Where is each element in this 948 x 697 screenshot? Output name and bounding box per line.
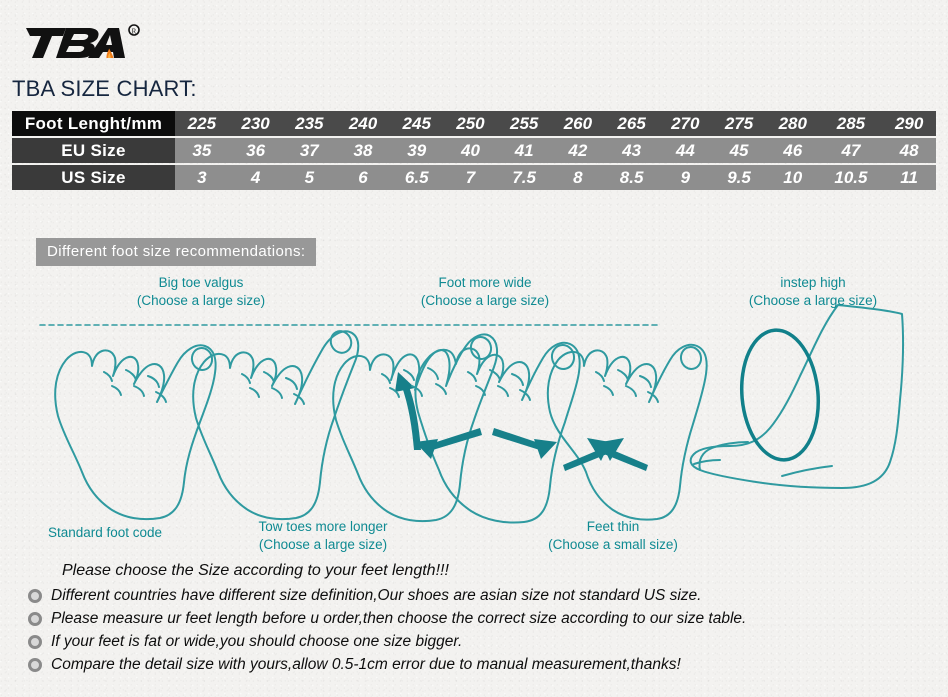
note-text-2: Please measure ur feet length before u o… (51, 610, 747, 627)
cell-us-12: 10.5 (819, 165, 883, 190)
caption-two-toes-longer-line2: (Choose a large size) (258, 537, 388, 552)
cell-eu-5: 40 (443, 138, 498, 163)
note-text-4: Compare the detail size with yours,allow… (51, 656, 681, 673)
cell-eu-8: 43 (604, 138, 659, 163)
cell-us-0: 3 (175, 165, 229, 190)
caption-instep-high-line1: instep high (780, 275, 846, 290)
cell-eu-3: 38 (336, 138, 390, 163)
caption-standard-foot-code: Standard foot code (10, 524, 200, 542)
caption-big-toe-valgus: Big toe valgus (Choose a large size) (96, 274, 306, 310)
caption-standard-foot-code-line1: Standard foot code (47, 525, 163, 540)
cell-foot-length-1: 230 (228, 111, 283, 136)
cell-us-13: 11 (882, 165, 936, 190)
cell-foot-length-8: 265 (604, 111, 659, 136)
caption-big-toe-valgus-line2: (Choose a large size) (136, 293, 266, 308)
note-item-1: Different countries have different size … (28, 585, 940, 607)
row-label-foot-length: Foot Lenght/mm (12, 111, 175, 136)
notes-section: Please choose the Size according to your… (28, 562, 940, 677)
cell-eu-11: 46 (765, 138, 820, 163)
page-title: TBA SIZE CHART: (12, 76, 197, 101)
caption-instep-high-line2: (Choose a large size) (748, 293, 878, 308)
cell-foot-length-5: 250 (443, 111, 498, 136)
cell-us-1: 4 (228, 165, 283, 190)
caption-two-toes-longer: Tow toes more longer (Choose a large siz… (218, 518, 428, 554)
cell-foot-length-3: 240 (336, 111, 390, 136)
svg-text:R: R (132, 27, 137, 35)
table-row-us-size: US Size 3 4 5 6 6.5 7 7.5 8 8.5 9 9.5 10… (12, 165, 936, 190)
cell-us-3: 6 (336, 165, 390, 190)
cell-eu-9: 44 (658, 138, 713, 163)
tba-logo: R (22, 18, 152, 64)
caption-foot-more-wide-line2: (Choose a large size) (420, 293, 550, 308)
caption-feet-thin: Feet thin (Choose a small size) (508, 518, 718, 554)
cell-foot-length-6: 255 (497, 111, 552, 136)
note-item-3: If your feet is fat or wide,you should c… (28, 631, 940, 653)
caption-feet-thin-line2: (Choose a small size) (548, 537, 678, 552)
wide-arrows-icon (415, 428, 557, 459)
cell-eu-13: 48 (882, 138, 936, 163)
cell-eu-4: 39 (389, 138, 444, 163)
cell-us-6: 7.5 (497, 165, 552, 190)
cell-foot-length-0: 225 (175, 111, 229, 136)
size-table: Foot Lenght/mm 225 230 235 240 245 250 2… (12, 109, 936, 192)
caption-big-toe-valgus-line1: Big toe valgus (158, 275, 244, 290)
cell-foot-length-7: 260 (551, 111, 605, 136)
cell-us-2: 5 (282, 165, 337, 190)
cell-eu-12: 47 (819, 138, 883, 163)
cell-us-4: 6.5 (389, 165, 444, 190)
row-label-eu-size: EU Size (12, 138, 175, 163)
foot-valgus-icon (192, 330, 360, 521)
foot-instep-icon (689, 304, 905, 489)
cell-foot-length-2: 235 (282, 111, 337, 136)
bullet-icon (28, 635, 42, 649)
foot-standard-icon (54, 344, 217, 521)
table-row-eu-size: EU Size 35 36 37 38 39 40 41 42 43 44 45… (12, 138, 936, 163)
note-item-2: Please measure ur feet length before u o… (28, 608, 940, 630)
cell-us-11: 10 (765, 165, 820, 190)
notes-heading: Please choose the Size according to your… (62, 562, 449, 579)
note-text-3: If your feet is fat or wide,you should c… (51, 633, 463, 650)
cell-eu-7: 42 (551, 138, 605, 163)
bullet-icon (28, 658, 42, 672)
cell-foot-length-10: 275 (712, 111, 766, 136)
caption-foot-more-wide-line1: Foot more wide (438, 275, 532, 290)
cell-us-9: 9 (658, 165, 713, 190)
cell-foot-length-4: 245 (389, 111, 444, 136)
cell-us-7: 8 (551, 165, 605, 190)
cell-eu-2: 37 (282, 138, 337, 163)
foot-thin-icon (546, 343, 708, 521)
table-row-foot-length: Foot Lenght/mm 225 230 235 240 245 250 2… (12, 111, 936, 136)
cell-foot-length-13: 290 (882, 111, 936, 136)
cell-foot-length-12: 285 (819, 111, 883, 136)
cell-eu-6: 41 (497, 138, 552, 163)
note-item-4: Compare the detail size with yours,allow… (28, 654, 940, 676)
cell-us-10: 9.5 (712, 165, 766, 190)
caption-foot-more-wide: Foot more wide (Choose a large size) (380, 274, 590, 310)
cell-eu-10: 45 (712, 138, 766, 163)
size-chart-page: R TBA SIZE CHART: Foot Lenght/mm 225 230… (0, 0, 948, 697)
cell-foot-length-9: 270 (658, 111, 713, 136)
cell-eu-1: 36 (228, 138, 283, 163)
caption-two-toes-longer-line1: Tow toes more longer (258, 519, 388, 534)
bullet-icon (28, 589, 42, 603)
row-label-us-size: US Size (12, 165, 175, 190)
cell-foot-length-11: 280 (765, 111, 820, 136)
cell-eu-0: 35 (175, 138, 229, 163)
caption-instep-high: instep high (Choose a large size) (708, 274, 918, 310)
cell-us-8: 8.5 (604, 165, 659, 190)
note-text-1: Different countries have different size … (51, 587, 702, 604)
cell-us-5: 7 (443, 165, 498, 190)
bullet-icon (28, 612, 42, 626)
caption-feet-thin-line1: Feet thin (586, 519, 640, 534)
